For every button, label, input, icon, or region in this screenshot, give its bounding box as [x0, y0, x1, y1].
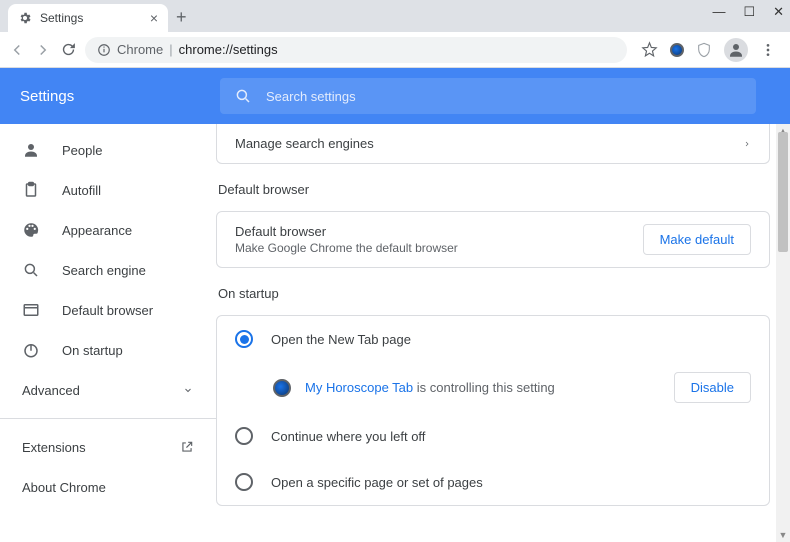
extension-name-link[interactable]: My Horoscope Tab — [305, 380, 413, 395]
sidebar-item-default-browser[interactable]: Default browser — [0, 290, 208, 330]
radio-unselected-icon — [235, 427, 253, 445]
extension-controlling-notice: My Horoscope Tab is controlling this set… — [217, 362, 769, 413]
advanced-footer-toggle[interactable]: Advanced — [216, 524, 770, 542]
star-icon[interactable] — [641, 41, 658, 58]
disable-button[interactable]: Disable — [674, 372, 751, 403]
radio-continue[interactable]: Continue where you left off — [217, 413, 769, 459]
default-browser-section-title: Default browser — [218, 182, 770, 197]
reload-button[interactable] — [60, 41, 77, 58]
browser-icon — [22, 301, 40, 319]
extension-notice-text: My Horoscope Tab is controlling this set… — [305, 380, 555, 395]
sidebar-item-extensions[interactable]: Extensions — [0, 427, 216, 467]
sidebar-item-about[interactable]: About Chrome — [0, 467, 216, 507]
sidebar-item-autofill[interactable]: Autofill — [0, 170, 208, 210]
person-icon — [22, 141, 40, 159]
chevron-down-icon — [182, 384, 194, 396]
search-settings-input[interactable]: Search settings — [220, 78, 756, 114]
info-icon — [97, 43, 111, 57]
manage-search-label: Manage search engines — [235, 136, 374, 151]
radio-label: Open a specific page or set of pages — [271, 475, 483, 490]
chevron-right-icon — [743, 138, 751, 150]
forward-button[interactable] — [34, 41, 52, 59]
back-button[interactable] — [8, 41, 26, 59]
radio-label: Open the New Tab page — [271, 332, 411, 347]
default-browser-card: Default browser Make Google Chrome the d… — [216, 211, 770, 268]
sidebar-item-label: Extensions — [22, 440, 86, 455]
search-icon — [234, 87, 252, 105]
sidebar-item-label: People — [62, 143, 102, 158]
sidebar-item-label: On startup — [62, 343, 123, 358]
radio-label: Continue where you left off — [271, 429, 425, 444]
sidebar-divider — [0, 418, 216, 419]
external-link-icon — [180, 440, 194, 454]
make-default-button[interactable]: Make default — [643, 224, 751, 255]
url-path: chrome://settings — [179, 42, 278, 57]
browser-titlebar: Settings × + — ☐ ✕ — [0, 0, 790, 32]
search-icon — [22, 261, 40, 279]
sidebar-item-label: Autofill — [62, 183, 101, 198]
sidebar-item-appearance[interactable]: Appearance — [0, 210, 208, 250]
shield-icon[interactable] — [696, 42, 712, 58]
radio-new-tab[interactable]: Open the New Tab page — [217, 316, 769, 362]
close-tab-icon[interactable]: × — [150, 10, 158, 26]
sidebar-item-on-startup[interactable]: On startup — [0, 330, 208, 370]
radio-unselected-icon — [235, 473, 253, 491]
startup-card: Open the New Tab page My Horoscope Tab i… — [216, 315, 770, 506]
search-placeholder: Search settings — [266, 89, 356, 104]
startup-section-title: On startup — [218, 286, 770, 301]
power-icon — [22, 341, 40, 359]
url-separator: | — [169, 42, 172, 57]
sidebar-item-people[interactable]: People — [0, 130, 208, 170]
profile-avatar[interactable] — [724, 38, 748, 62]
default-browser-title: Default browser — [235, 224, 458, 239]
window-controls: — ☐ ✕ — [712, 4, 784, 20]
clipboard-icon — [22, 181, 40, 199]
browser-tab-settings[interactable]: Settings × — [8, 4, 168, 32]
url-input[interactable]: Chrome | chrome://settings — [85, 37, 627, 63]
tab-title: Settings — [40, 11, 83, 25]
maximize-button[interactable]: ☐ — [743, 4, 755, 20]
sidebar-item-label: Default browser — [62, 303, 153, 318]
sidebar: People Autofill Appearance Search engine… — [0, 124, 216, 542]
sidebar-advanced-toggle[interactable]: Advanced — [0, 370, 216, 410]
settings-header: Settings Search settings — [0, 68, 790, 124]
manage-search-card[interactable]: Manage search engines — [216, 124, 770, 164]
sidebar-item-label: About Chrome — [22, 480, 106, 495]
menu-icon[interactable] — [760, 42, 776, 58]
address-bar: Chrome | chrome://settings — [0, 32, 790, 68]
minimize-button[interactable]: — — [712, 4, 725, 20]
sidebar-item-search-engine[interactable]: Search engine — [0, 250, 208, 290]
extension-badge-icon[interactable] — [670, 43, 684, 57]
gear-icon — [18, 11, 32, 25]
close-window-button[interactable]: ✕ — [773, 4, 784, 20]
sidebar-advanced-label: Advanced — [22, 383, 80, 398]
main-area: People Autofill Appearance Search engine… — [0, 124, 790, 542]
default-browser-sub: Make Google Chrome the default browser — [235, 241, 458, 255]
sidebar-item-label: Search engine — [62, 263, 146, 278]
scrollbar[interactable]: ▲ ▼ — [776, 124, 790, 542]
scrollbar-thumb[interactable] — [778, 132, 788, 252]
settings-content: Manage search engines Default browser De… — [216, 124, 790, 542]
url-scheme: Chrome — [117, 42, 163, 57]
sidebar-item-label: Appearance — [62, 223, 132, 238]
radio-selected-icon — [235, 330, 253, 348]
extension-badge-icon — [273, 379, 291, 397]
new-tab-button[interactable]: + — [176, 7, 187, 28]
scroll-down-icon[interactable]: ▼ — [776, 528, 790, 542]
palette-icon — [22, 221, 40, 239]
radio-specific-page[interactable]: Open a specific page or set of pages — [217, 459, 769, 505]
page-title: Settings — [20, 88, 200, 105]
